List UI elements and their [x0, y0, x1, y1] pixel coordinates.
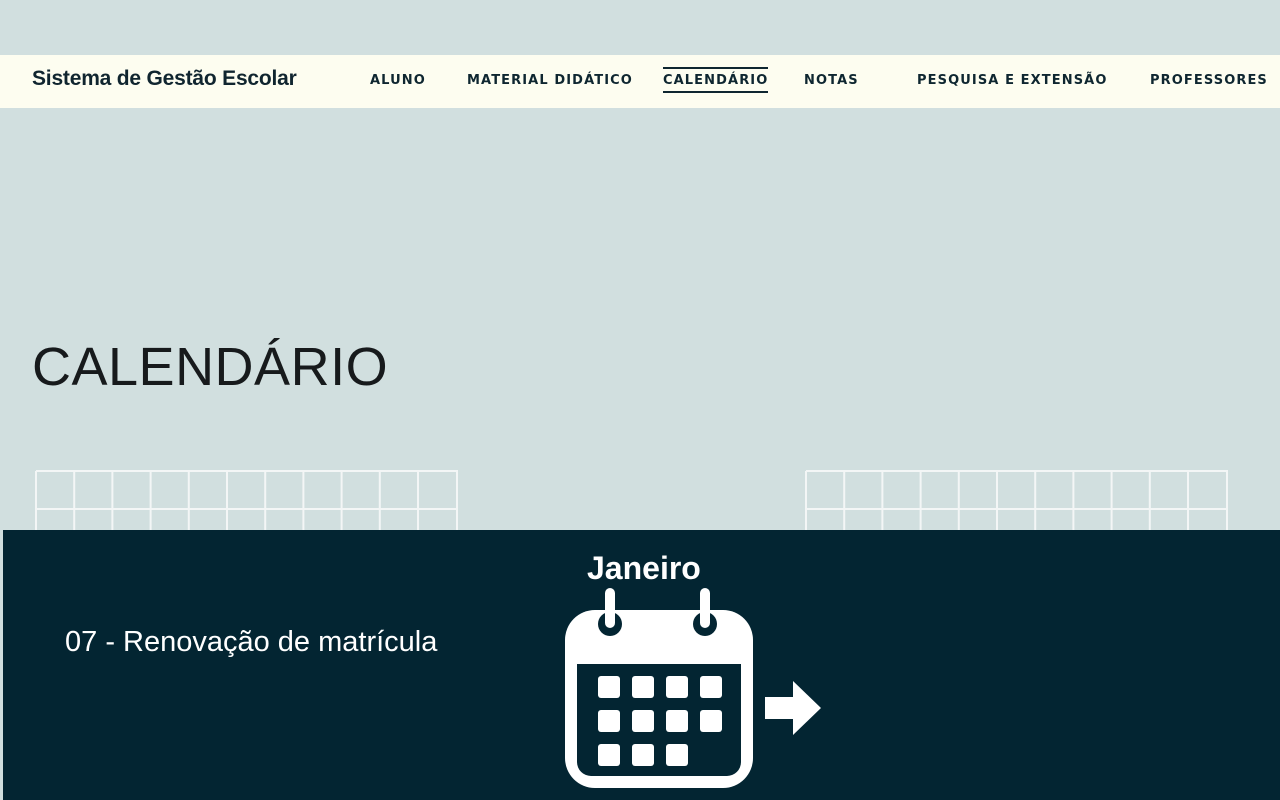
nav-item-pesquisa-e-extensao[interactable]: PESQUISA E EXTENSÃO — [917, 73, 1107, 88]
decorative-grid-left — [35, 470, 458, 532]
month-label: Janeiro — [587, 550, 701, 586]
page-title: CALENDÁRIO — [32, 337, 389, 397]
nav-item-calendario[interactable]: CALENDÁRIO — [663, 67, 769, 93]
site-brand[interactable]: Sistema de Gestão Escolar — [32, 67, 297, 91]
top-navbar: Sistema de Gestão Escolar ALUNO MATERIAL… — [0, 55, 1280, 108]
calendar-event-panel: 07 - Renovação de matrícula Janeiro — [3, 530, 1280, 800]
arrow-right-icon[interactable] — [765, 681, 823, 737]
decorative-grid-right — [805, 470, 1228, 532]
nav-item-notas[interactable]: NOTAS — [804, 73, 859, 88]
event-item: 07 - Renovação de matrícula — [65, 626, 438, 658]
nav-item-aluno[interactable]: ALUNO — [370, 73, 426, 88]
page: Sistema de Gestão Escolar ALUNO MATERIAL… — [0, 0, 1280, 800]
calendar-icon — [565, 588, 753, 788]
nav-item-professores[interactable]: PROFESSORES — [1150, 73, 1268, 88]
nav-item-material-didatico[interactable]: MATERIAL DIDÁTICO — [467, 73, 633, 88]
